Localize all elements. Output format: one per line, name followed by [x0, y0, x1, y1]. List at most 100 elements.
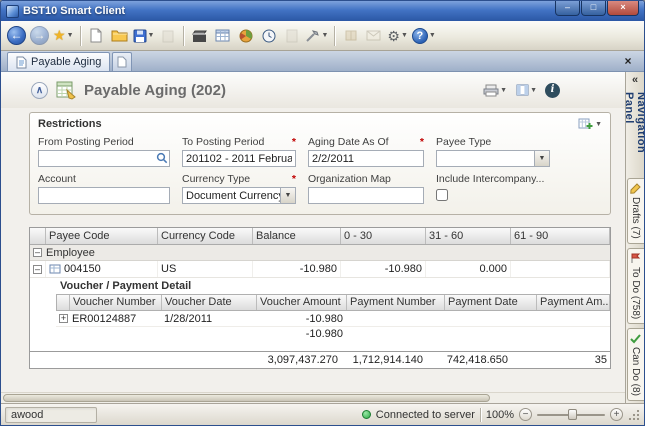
settings-button[interactable]: ⚙▼ — [386, 24, 409, 48]
expand-panel-icon[interactable]: « — [628, 74, 643, 87]
print-button[interactable]: ▼ — [482, 78, 508, 102]
payable-aging-report-icon — [55, 80, 77, 100]
chevron-down-icon: ▼ — [429, 32, 436, 39]
column-header[interactable]: Payment Date — [445, 295, 537, 310]
clapperboard-button[interactable] — [189, 24, 210, 48]
account-input[interactable] — [38, 187, 170, 204]
back-button[interactable]: ← — [6, 24, 27, 48]
paste-button[interactable] — [157, 24, 178, 48]
column-header[interactable]: Payment Am... — [537, 295, 610, 310]
horizontal-scrollbar[interactable] — [1, 392, 625, 403]
add-restriction-button[interactable]: ▼ — [578, 117, 602, 131]
column-header[interactable]: Balance — [253, 228, 341, 244]
clock-icon — [262, 29, 276, 43]
document-icon — [285, 29, 299, 43]
clock-button[interactable] — [258, 24, 279, 48]
zoom-slider[interactable] — [537, 408, 605, 421]
save-icon — [133, 29, 147, 43]
package-button[interactable] — [340, 24, 361, 48]
to-posting-period-input[interactable] — [182, 150, 296, 167]
forward-button[interactable]: → — [29, 24, 50, 48]
field-label: Account — [38, 173, 76, 185]
chevron-down-icon[interactable]: ▼ — [534, 151, 549, 166]
tools-button[interactable]: ▼ — [304, 24, 329, 48]
logged-in-user: awood — [5, 407, 97, 423]
currency-type-dropdown[interactable]: Document Currency ▼ — [182, 187, 296, 204]
page-title: Payable Aging (202) — [84, 82, 226, 99]
aging-date-input[interactable] — [308, 150, 424, 167]
column-header[interactable]: 61 - 90 — [511, 228, 610, 244]
row-indicator-column — [30, 228, 46, 244]
column-header[interactable]: 31 - 60 — [426, 228, 511, 244]
field-payee-type: Payee Type ▼ — [436, 136, 550, 167]
add-grid-icon — [578, 117, 594, 131]
column-header[interactable]: 0 - 30 — [341, 228, 426, 244]
statusbar-separator — [480, 408, 481, 422]
column-header[interactable]: Voucher Date — [162, 295, 257, 310]
column-header[interactable]: Currency Code — [158, 228, 253, 244]
collapse-row-icon[interactable] — [33, 265, 42, 274]
page-header: ∧ Payable Aging (202) ▼ ▼ i — [1, 72, 625, 108]
nav-tab-todo[interactable]: To Do (758) — [627, 248, 644, 324]
required-marker — [292, 173, 296, 185]
collapse-header-button[interactable]: ∧ — [31, 82, 48, 99]
nav-tab-drafts[interactable]: Drafts (7) — [627, 178, 644, 244]
open-folder-icon — [111, 29, 128, 42]
chevron-down-icon[interactable]: ▼ — [280, 188, 295, 203]
column-header[interactable]: Voucher Amount — [257, 295, 347, 310]
open-folder-button[interactable] — [109, 24, 130, 48]
favorites-button[interactable]: ★▼ — [52, 24, 75, 48]
chevron-down-icon: ▼ — [595, 121, 602, 128]
scrollbar-thumb[interactable] — [3, 394, 490, 402]
voucher-row[interactable]: ER00124887 1/28/2011 -10.980 — [56, 311, 610, 327]
nav-tab-label: To Do (758) — [630, 267, 641, 319]
voucher-amount: -10.980 — [256, 313, 346, 325]
mail-button[interactable] — [363, 24, 384, 48]
payee-code: 004150 — [64, 261, 101, 277]
payee-type-dropdown[interactable]: ▼ — [436, 150, 550, 167]
collapse-group-icon[interactable] — [33, 248, 42, 257]
maximize-button[interactable] — [581, 1, 606, 16]
column-header[interactable]: Voucher Number — [70, 295, 162, 310]
field-include-intercompany: Include Intercompany... — [436, 173, 550, 204]
from-posting-period-input[interactable] — [38, 150, 170, 167]
include-intercompany-checkbox[interactable] — [436, 189, 448, 201]
search-icon[interactable] — [156, 152, 168, 164]
document-button[interactable] — [281, 24, 302, 48]
resize-grip[interactable] — [628, 409, 640, 421]
column-header[interactable]: Payment Number — [347, 295, 445, 310]
tab-new[interactable] — [112, 52, 132, 71]
gear-icon: ⚙ — [387, 29, 400, 43]
zoom-in-button[interactable]: + — [610, 408, 623, 421]
body: ∧ Payable Aging (202) ▼ ▼ i Restrictions… — [1, 72, 644, 403]
columns-icon — [516, 84, 529, 96]
organization-map-input[interactable] — [308, 187, 424, 204]
spreadsheet-button[interactable] — [212, 24, 233, 48]
connection-status-text: Connected to server — [376, 409, 475, 421]
close-tab-icon[interactable]: × — [620, 54, 636, 70]
pie-chart-button[interactable] — [235, 24, 256, 48]
new-document-button[interactable] — [86, 24, 107, 48]
spreadsheet-icon — [215, 29, 230, 42]
toolbar-separator — [80, 26, 81, 46]
slider-thumb[interactable] — [568, 409, 577, 420]
chevron-down-icon: ▼ — [530, 87, 537, 94]
minimize-button[interactable] — [555, 1, 580, 16]
info-icon[interactable]: i — [545, 83, 560, 98]
save-button[interactable]: ▼ — [132, 24, 156, 48]
column-header[interactable]: Payee Code — [46, 228, 158, 244]
tab-payable-aging[interactable]: Payable Aging — [7, 52, 110, 71]
group-row-employee[interactable]: Employee — [30, 245, 610, 261]
nav-tab-cando[interactable]: Can Do (8) — [627, 328, 644, 401]
mail-icon — [366, 30, 381, 41]
zoom-out-button[interactable]: − — [519, 408, 532, 421]
chevron-down-icon: ▼ — [148, 32, 155, 39]
close-button[interactable] — [607, 1, 639, 16]
expand-row-icon[interactable] — [59, 314, 68, 323]
layout-columns-button[interactable]: ▼ — [515, 78, 538, 102]
printer-icon — [483, 84, 499, 97]
grid-empty-space — [30, 341, 610, 351]
nav-tab-label: Can Do (8) — [630, 347, 641, 396]
help-button[interactable]: ?▼ — [411, 24, 437, 48]
payee-row[interactable]: 004150 US -10.980 -10.980 0.000 — [30, 261, 610, 278]
